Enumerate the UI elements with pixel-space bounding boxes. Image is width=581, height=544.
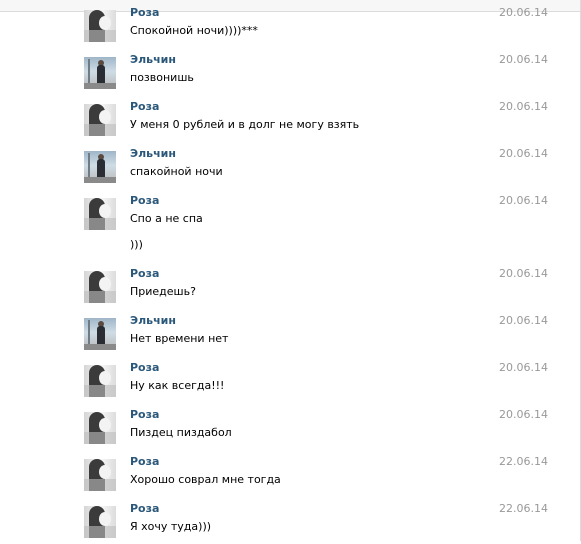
message-date: 22.06.14: [499, 455, 548, 468]
message-item: Роза 20.06.14 У меня 0 рублей и в долг н…: [0, 100, 581, 142]
message-item: Роза 20.06.14 Спо а не спа ))): [0, 194, 581, 260]
message-date: 20.06.14: [499, 408, 548, 421]
message-date: 20.06.14: [499, 6, 548, 19]
author-link[interactable]: Роза: [130, 455, 159, 468]
message-item: Эльчин 20.06.14 позвонишь: [0, 53, 581, 95]
avatar[interactable]: [84, 10, 116, 42]
message-date: 20.06.14: [499, 147, 548, 160]
avatar[interactable]: [84, 412, 116, 444]
message-text: У меня 0 рублей и в долг не могу взять: [130, 118, 360, 131]
message-text: Ну как всегда!!!: [130, 379, 225, 392]
avatar[interactable]: [84, 365, 116, 397]
message-item: Роза 20.06.14 Ну как всегда!!!: [0, 361, 581, 403]
author-link[interactable]: Роза: [130, 361, 159, 374]
author-link[interactable]: Роза: [130, 194, 159, 207]
message-date: 20.06.14: [499, 100, 548, 113]
message-text: Пиздец пиздабол: [130, 426, 232, 439]
avatar[interactable]: [84, 271, 116, 303]
message-item: Роза 20.06.14 Пиздец пиздабол: [0, 408, 581, 450]
message-text: Хорошо соврал мне тогда: [130, 473, 281, 486]
message-date: 20.06.14: [499, 194, 548, 207]
message-item: Роза 22.06.14 Хорошо соврал мне тогда: [0, 455, 581, 497]
avatar[interactable]: [84, 57, 116, 89]
message-date: 22.06.14: [499, 502, 548, 515]
message-item: Эльчин 20.06.14 Нет времени нет: [0, 314, 581, 356]
author-link[interactable]: Эльчин: [130, 53, 176, 66]
avatar[interactable]: [84, 104, 116, 136]
message-text: Нет времени нет: [130, 332, 229, 345]
message-text: ))): [130, 238, 143, 251]
author-link[interactable]: Эльчин: [130, 314, 176, 327]
message-text: позвонишь: [130, 71, 194, 84]
avatar[interactable]: [84, 459, 116, 491]
author-link[interactable]: Эльчин: [130, 147, 176, 160]
message-text: Спокойной ночи))))***: [130, 24, 258, 37]
message-item: Роза 20.06.14 Приедешь?: [0, 267, 581, 309]
message-text: Приедешь?: [130, 285, 196, 298]
message-text: Я хочу туда))): [130, 520, 212, 533]
author-link[interactable]: Роза: [130, 408, 159, 421]
avatar[interactable]: [84, 151, 116, 183]
message-text: спакойной ночи: [130, 165, 223, 178]
avatar[interactable]: [84, 506, 116, 538]
message-item: Роза 22.06.14 Я хочу туда))): [0, 502, 581, 544]
message-date: 20.06.14: [499, 361, 548, 374]
author-link[interactable]: Роза: [130, 502, 159, 515]
avatar[interactable]: [84, 318, 116, 350]
message-date: 20.06.14: [499, 314, 548, 327]
author-link[interactable]: Роза: [130, 267, 159, 280]
author-link[interactable]: Роза: [130, 6, 159, 19]
message-date: 20.06.14: [499, 53, 548, 66]
author-link[interactable]: Роза: [130, 100, 159, 113]
avatar[interactable]: [84, 198, 116, 230]
message-date: 20.06.14: [499, 267, 548, 280]
message-list: Роза 20.06.14 Спокойной ночи))))*** Эльч…: [0, 0, 581, 541]
message-item: Роза 20.06.14 Спокойной ночи))))***: [0, 6, 581, 48]
message-item: Эльчин 20.06.14 спакойной ночи: [0, 147, 581, 189]
message-text: Спо а не спа: [130, 212, 203, 225]
